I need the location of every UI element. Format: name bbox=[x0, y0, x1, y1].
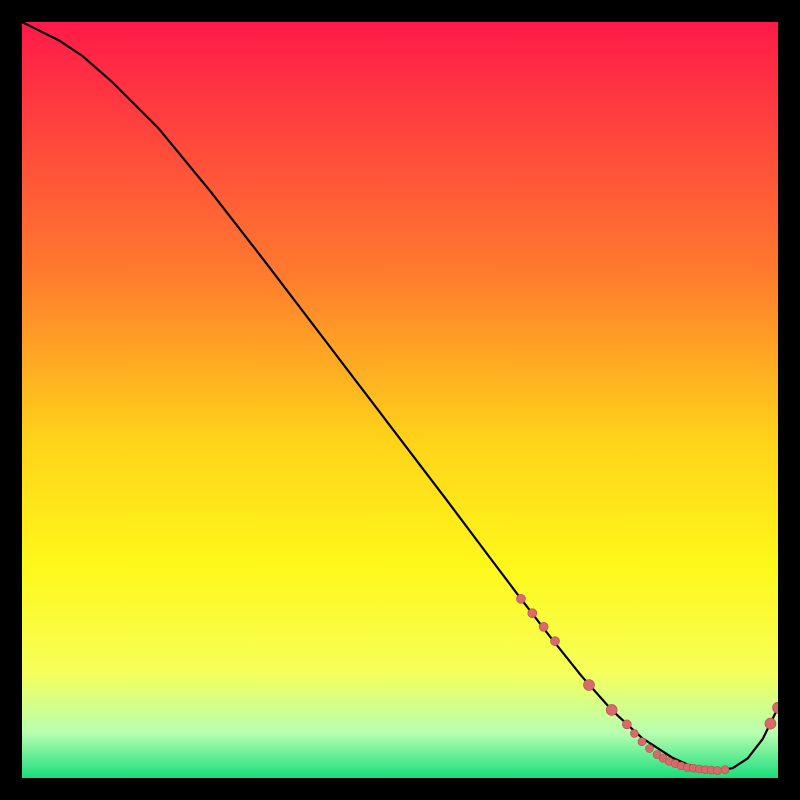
data-marker bbox=[630, 729, 638, 737]
chart-frame: TheBottleneck.com bbox=[22, 22, 778, 778]
data-marker bbox=[584, 680, 595, 691]
data-marker bbox=[528, 609, 537, 618]
data-marker bbox=[539, 622, 548, 631]
data-marker bbox=[721, 766, 729, 774]
data-marker bbox=[638, 738, 646, 746]
data-marker bbox=[516, 594, 525, 603]
gradient-background bbox=[22, 22, 778, 778]
bottleneck-curve-plot bbox=[22, 22, 778, 778]
data-marker bbox=[550, 637, 559, 646]
data-marker bbox=[606, 704, 617, 715]
data-marker bbox=[645, 745, 653, 753]
data-marker bbox=[622, 720, 631, 729]
data-marker bbox=[714, 766, 722, 774]
data-marker bbox=[765, 718, 776, 729]
